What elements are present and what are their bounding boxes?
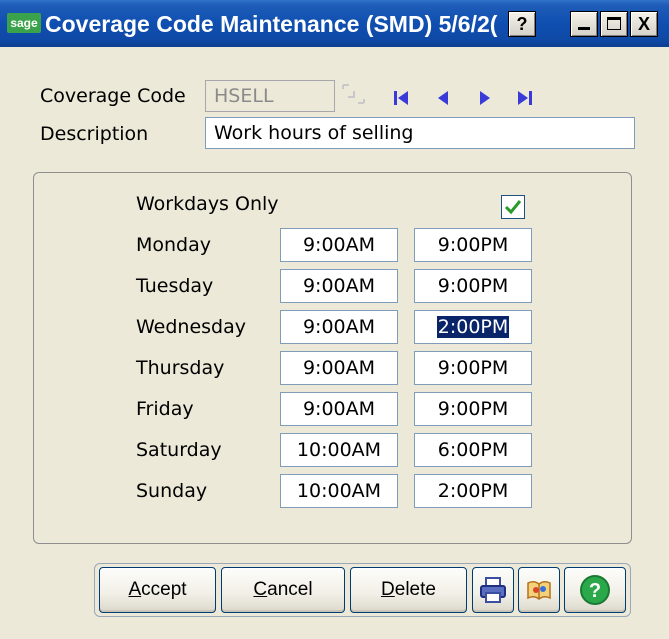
close-button[interactable]: X xyxy=(630,11,658,37)
help-button[interactable]: ? xyxy=(564,567,626,613)
previous-record-icon[interactable] xyxy=(432,88,454,108)
window-title: Coverage Code Maintenance (SMD) 5/6/2( xyxy=(45,11,498,37)
end-time-field[interactable]: 9:00PM xyxy=(414,269,532,303)
end-time-field[interactable]: 2:00PM xyxy=(414,310,532,344)
day-label: Tuesday xyxy=(136,275,214,297)
title-bar[interactable]: sage Coverage Code Maintenance (SMD) 5/6… xyxy=(0,0,669,47)
next-record-icon[interactable] xyxy=(474,88,496,108)
end-time-field[interactable]: 9:00PM xyxy=(414,228,532,262)
cancel-button[interactable]: Cancel xyxy=(221,567,345,613)
accept-mnemonic: A xyxy=(128,579,142,600)
checkmark-icon xyxy=(504,200,522,215)
maximize-icon xyxy=(607,17,621,30)
start-time-field[interactable]: 9:00AM xyxy=(280,351,398,385)
first-record-icon[interactable] xyxy=(391,88,413,108)
book-button[interactable] xyxy=(518,567,560,613)
end-time-field[interactable]: 9:00PM xyxy=(414,392,532,426)
minimize-icon xyxy=(578,27,590,30)
minimize-button[interactable] xyxy=(570,11,598,37)
lookup-icon[interactable] xyxy=(340,82,368,108)
workdays-only-label: Workdays Only xyxy=(136,193,279,215)
coverage-code-window: sage Coverage Code Maintenance (SMD) 5/6… xyxy=(0,0,669,639)
coverage-code-field[interactable]: HSELL xyxy=(205,80,335,112)
end-time-field[interactable]: 6:00PM xyxy=(414,433,532,467)
book-icon xyxy=(527,580,551,600)
day-label: Saturday xyxy=(136,439,222,461)
start-time-field[interactable]: 9:00AM xyxy=(280,228,398,262)
start-time-field[interactable]: 10:00AM xyxy=(280,474,398,508)
last-record-icon[interactable] xyxy=(514,88,536,108)
accept-button[interactable]: Accept xyxy=(99,567,216,613)
end-time-field[interactable]: 9:00PM xyxy=(414,351,532,385)
description-field[interactable]: Work hours of selling xyxy=(205,117,635,149)
print-button[interactable] xyxy=(472,567,514,613)
cancel-mnemonic: C xyxy=(253,579,268,600)
sage-logo: sage xyxy=(7,13,41,33)
end-time-field[interactable]: 2:00PM xyxy=(414,474,532,508)
start-time-field[interactable]: 9:00AM xyxy=(280,310,398,344)
start-time-field[interactable]: 9:00AM xyxy=(280,392,398,426)
day-label: Monday xyxy=(136,234,212,256)
maximize-button[interactable] xyxy=(600,11,628,37)
delete-button[interactable]: Delete xyxy=(350,567,467,613)
help-icon: ? xyxy=(580,575,610,605)
delete-label: elete xyxy=(394,579,436,600)
day-label: Sunday xyxy=(136,480,208,502)
printer-icon xyxy=(480,577,506,603)
description-label: Description xyxy=(40,123,149,145)
workdays-only-checkbox[interactable] xyxy=(501,195,525,219)
delete-mnemonic: D xyxy=(381,579,395,600)
coverage-code-label: Coverage Code xyxy=(40,85,186,107)
svg-text:?: ? xyxy=(589,580,601,602)
start-time-field[interactable]: 10:00AM xyxy=(280,433,398,467)
selected-text: 2:00PM xyxy=(436,316,510,338)
accept-label: ccept xyxy=(141,579,187,600)
help-title-button[interactable]: ? xyxy=(508,11,536,37)
cancel-label: ancel xyxy=(267,579,313,600)
day-label: Thursday xyxy=(136,357,225,379)
day-label: Wednesday xyxy=(136,316,247,338)
day-label: Friday xyxy=(136,398,194,420)
start-time-field[interactable]: 9:00AM xyxy=(280,269,398,303)
